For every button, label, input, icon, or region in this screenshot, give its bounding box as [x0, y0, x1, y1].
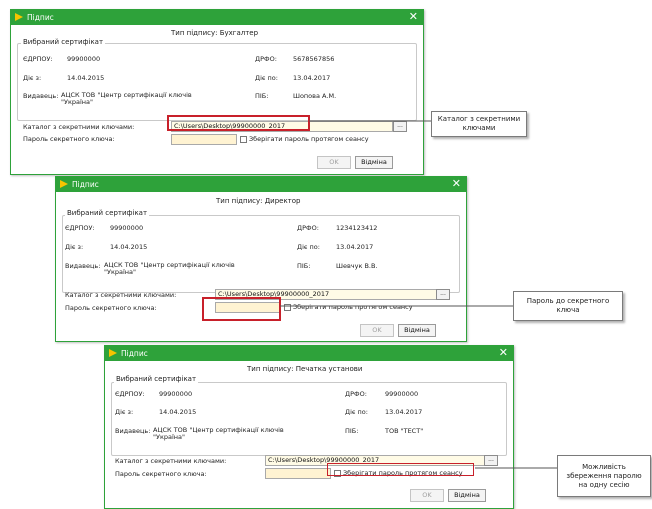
remember-password-label[interactable]: Зберігати пароль протягом сеансу	[293, 303, 413, 311]
drfo-label: ДРФО:	[255, 55, 277, 63]
password-input[interactable]	[171, 134, 237, 145]
valid-from-label: Діє з:	[115, 408, 134, 416]
edrpou-value: 99900000	[159, 390, 193, 398]
valid-to-label: Діє по:	[297, 243, 320, 251]
signature-dialog-accountant: Підпис ✕ Тип підпису: Бухгалтер Вибраний…	[10, 9, 424, 175]
remember-password-label[interactable]: Зберігати пароль протягом сеансу	[249, 135, 369, 143]
app-logo-icon	[15, 13, 23, 21]
dialog-titlebar: Підпис ✕	[105, 346, 513, 361]
pib-value: Шопова А.М.	[293, 92, 337, 100]
browse-button[interactable]: ...	[436, 289, 450, 300]
remember-password-checkbox[interactable]	[240, 136, 247, 143]
callout-remember: Можливість збереження паролю на одну сес…	[557, 455, 651, 497]
valid-to-value: 13.04.2017	[385, 408, 423, 416]
valid-to-value: 13.04.2017	[336, 243, 374, 251]
key-dir-label: Каталог з секретними ключами:	[23, 123, 135, 131]
valid-to-label: Діє по:	[255, 74, 278, 82]
issuer-label: Видавець:	[65, 262, 101, 270]
valid-from-value: 14.04.2015	[67, 74, 105, 82]
issuer-value-line2: "Україна"	[153, 433, 186, 441]
drfo-value: 99900000	[385, 390, 419, 398]
signature-type-label: Тип підпису: Директор	[216, 197, 301, 205]
valid-from-label: Діє з:	[23, 74, 42, 82]
valid-to-value: 13.04.2017	[293, 74, 331, 82]
issuer-value-line2: "Україна"	[104, 268, 137, 276]
edrpou-label: ЄДРПОУ:	[23, 55, 53, 63]
edrpou-value: 99900000	[110, 224, 144, 232]
issuer-label: Видавець:	[115, 427, 151, 435]
certificate-group-title: Вибраний сертифікат	[65, 209, 150, 217]
edrpou-label: ЄДРПОУ:	[65, 224, 95, 232]
issuer-label: Видавець:	[23, 92, 59, 100]
cancel-button[interactable]: Відміна	[355, 156, 393, 169]
close-icon[interactable]: ✕	[452, 177, 461, 191]
app-logo-icon	[60, 180, 68, 188]
key-dir-label: Каталог з секретними ключами:	[65, 291, 177, 299]
remember-password-checkbox[interactable]	[284, 304, 291, 311]
drfo-label: ДРФО:	[297, 224, 319, 232]
ok-button[interactable]: OK	[410, 489, 444, 502]
key-dir-label: Каталог з секретними ключами:	[115, 457, 227, 465]
cancel-button[interactable]: Відміна	[398, 324, 436, 337]
edrpou-value: 99900000	[67, 55, 101, 63]
valid-from-label: Діє з:	[65, 243, 84, 251]
pib-value: Шевчук В.В.	[336, 262, 378, 270]
close-icon[interactable]: ✕	[409, 10, 418, 24]
password-label: Пароль секретного ключа:	[115, 470, 207, 478]
password-input[interactable]	[265, 468, 331, 479]
ok-button[interactable]: OK	[360, 324, 394, 337]
cancel-button[interactable]: Відміна	[448, 489, 486, 502]
signature-type-label: Тип підпису: Бухгалтер	[171, 29, 259, 37]
certificate-group-title: Вибраний сертифікат	[114, 375, 199, 383]
password-label: Пароль секретного ключа:	[65, 304, 157, 312]
dialog-title: Підпис	[121, 349, 148, 358]
drfo-label: ДРФО:	[345, 390, 367, 398]
drfo-value: 1234123412	[336, 224, 378, 232]
close-icon[interactable]: ✕	[499, 346, 508, 360]
callout-password: Пароль до секретного ключа	[513, 291, 623, 321]
edrpou-label: ЄДРПОУ:	[115, 390, 145, 398]
pib-label: ПІБ:	[345, 427, 359, 435]
signature-dialog-seal: Підпис ✕ Тип підпису: Печатка установи В…	[104, 345, 514, 509]
callout-key-dir: Каталог з секретними ключами	[431, 111, 527, 137]
dialog-title: Підпис	[72, 180, 99, 189]
dialog-titlebar: Підпис ✕	[11, 10, 423, 25]
valid-from-value: 14.04.2015	[159, 408, 197, 416]
browse-button[interactable]: ...	[484, 455, 498, 466]
highlight-password	[202, 297, 281, 321]
browse-button[interactable]: ...	[393, 121, 407, 132]
password-label: Пароль секретного ключа:	[23, 135, 115, 143]
dialog-title: Підпис	[27, 13, 54, 22]
app-logo-icon	[109, 349, 117, 357]
ok-button[interactable]: OK	[317, 156, 351, 169]
pib-value: ТОВ "ТЕСТ"	[385, 427, 424, 435]
dialog-titlebar: Підпис ✕	[56, 177, 466, 192]
signature-type-label: Тип підпису: Печатка установи	[247, 365, 363, 373]
highlight-remember-password	[327, 463, 474, 476]
issuer-value-line2: "Україна"	[61, 98, 94, 106]
pib-label: ПІБ:	[255, 92, 269, 100]
valid-to-label: Діє по:	[345, 408, 368, 416]
pib-label: ПІБ:	[297, 262, 311, 270]
highlight-key-dir	[167, 115, 310, 131]
valid-from-value: 14.04.2015	[110, 243, 148, 251]
certificate-group-title: Вибраний сертифікат	[21, 38, 106, 46]
drfo-value: 5678567856	[293, 55, 335, 63]
